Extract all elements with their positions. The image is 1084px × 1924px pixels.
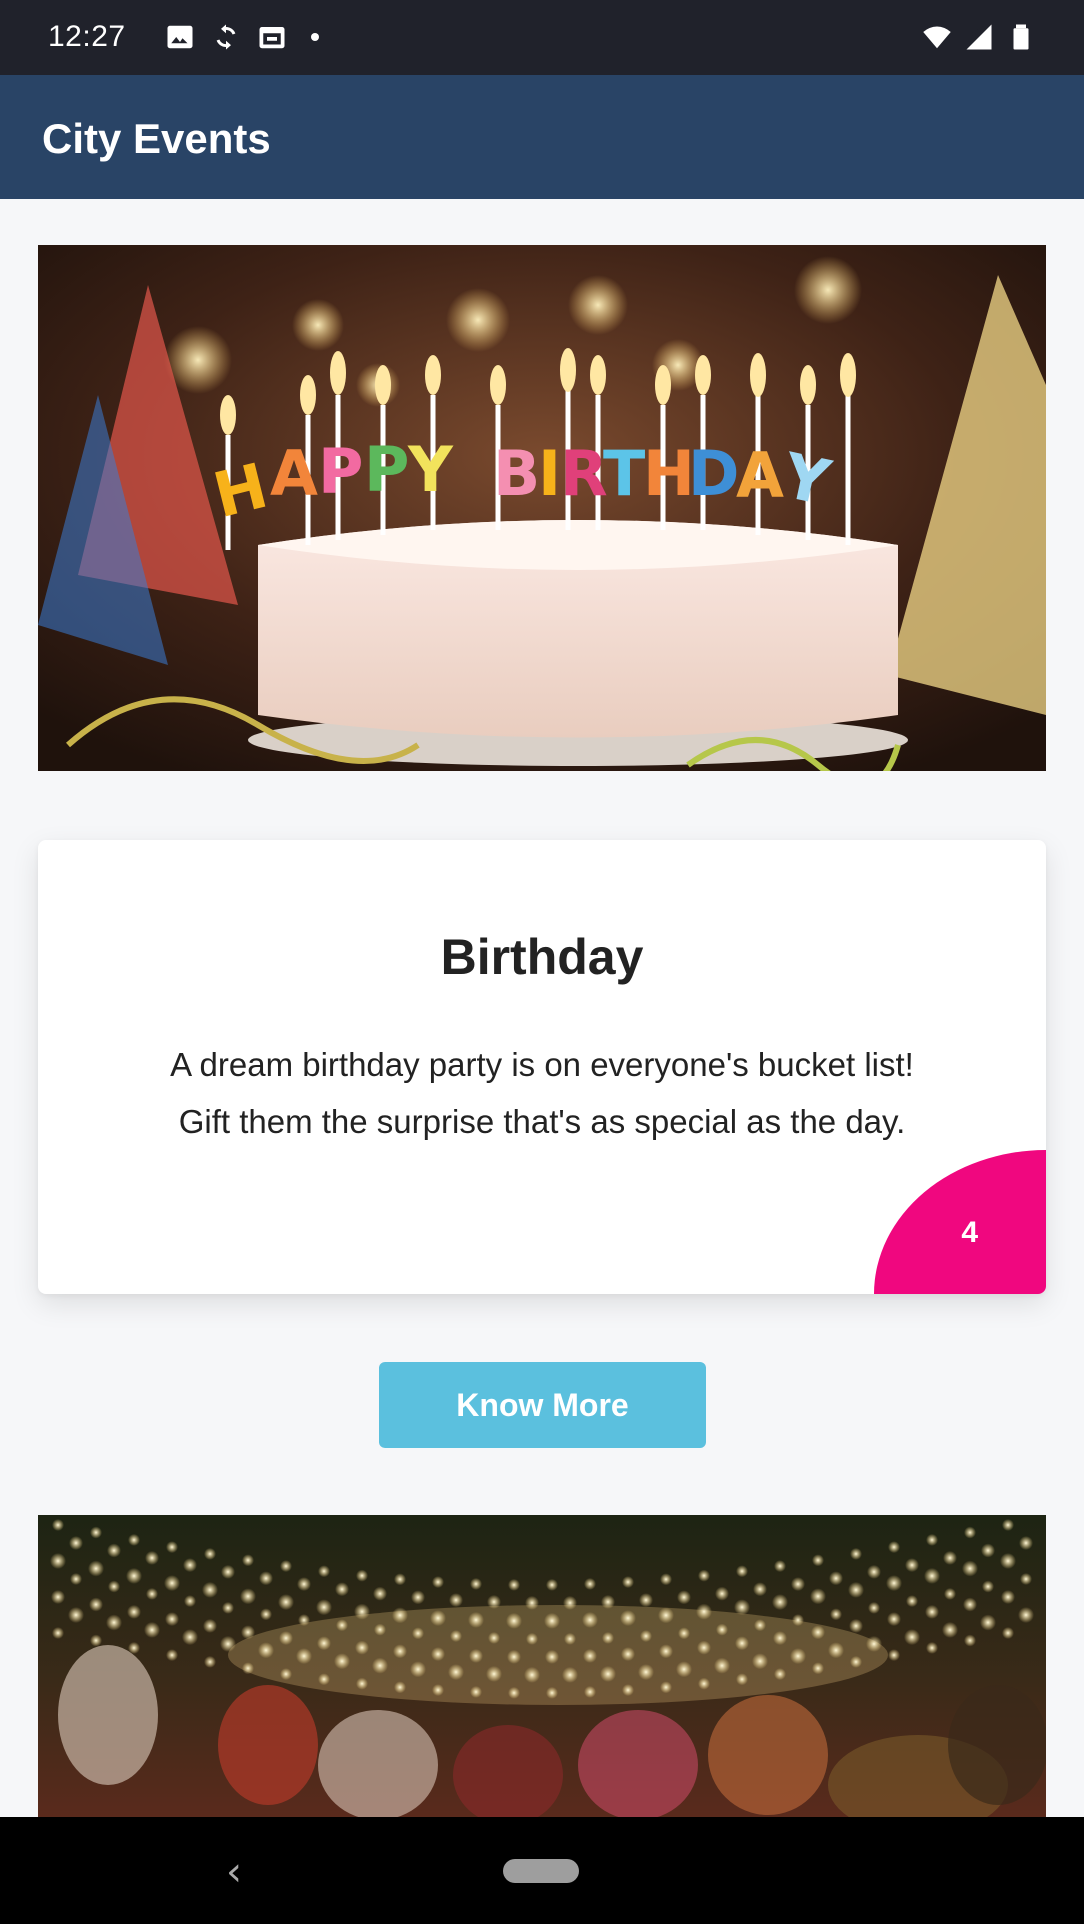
svg-text:P: P [364, 433, 409, 506]
status-time: 12:27 [48, 20, 126, 53]
image-icon [167, 25, 193, 49]
svg-text:D: D [688, 437, 739, 510]
signal-icon [966, 24, 992, 50]
event-card-birthday: Birthday A dream birthday party is on ev… [38, 840, 1046, 1294]
svg-text:B: B [493, 437, 540, 510]
calendar-icon [259, 27, 285, 49]
event-title: Birthday [440, 929, 644, 985]
battery-icon [1013, 24, 1029, 50]
event-badge [874, 1150, 1046, 1294]
notification-dot [311, 33, 319, 41]
home-pill-icon[interactable] [503, 1859, 579, 1883]
svg-text:T: T [603, 437, 645, 510]
string-lights-party-photo [38, 1515, 1046, 1817]
status-bar: 12:27 [0, 0, 1084, 75]
svg-text:A: A [270, 437, 318, 510]
know-more-button[interactable]: Know More [379, 1362, 706, 1448]
event-image-birthday[interactable]: H A P P Y B I R T H D A Y [38, 245, 1046, 771]
wifi-icon [923, 26, 951, 49]
svg-text:I: I [538, 437, 561, 510]
app-bar: City Events [0, 75, 1084, 199]
event-badge-count: 4 [961, 1216, 978, 1249]
svg-text:Y: Y [407, 433, 454, 506]
status-icons-left [165, 22, 319, 52]
svg-text:A: A [736, 439, 784, 512]
status-icons-right [922, 22, 1036, 52]
event-image-party[interactable] [38, 1515, 1046, 1817]
svg-text:P: P [318, 435, 363, 508]
chevron-left-icon[interactable]: ‹ [226, 1849, 242, 1895]
system-nav-bar: ‹ [0, 1817, 1084, 1924]
app-title: City Events [42, 115, 271, 162]
svg-text:R: R [560, 437, 608, 510]
birthday-cake-photo: H A P P Y B I R T H D A Y [38, 245, 1046, 771]
event-description: A dream birthday party is on everyone's … [170, 1046, 914, 1140]
sync-icon [216, 24, 236, 50]
